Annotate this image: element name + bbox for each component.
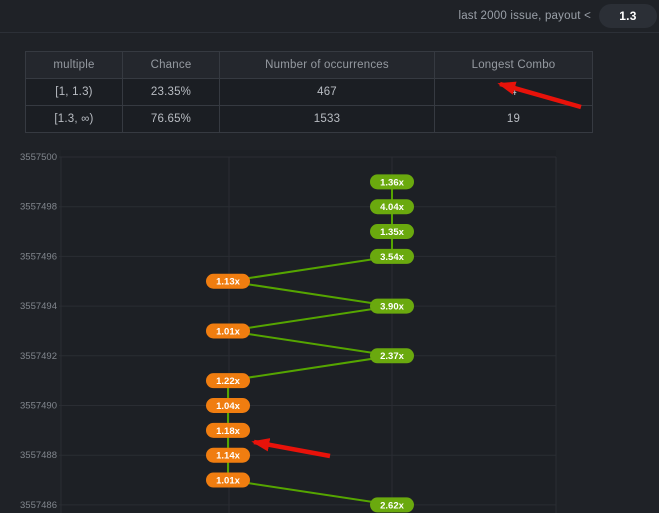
- y-tick-label: 3557500: [20, 152, 57, 163]
- y-tick-label: 3557488: [20, 450, 57, 461]
- y-tick-label: 3557486: [20, 500, 57, 511]
- payout-threshold-badge[interactable]: 1.3: [599, 4, 657, 28]
- data-point-label: 1.04x: [216, 401, 240, 412]
- table-header-row: multiple Chance Number of occurrences Lo…: [26, 52, 593, 79]
- plot-area: [61, 150, 556, 513]
- data-point-label: 2.37x: [380, 351, 404, 362]
- cell-occurrences: 1533: [220, 106, 435, 133]
- col-header-longest-combo: Longest Combo: [435, 52, 593, 79]
- data-point-label: 1.22x: [216, 376, 240, 387]
- payout-filter-label: last 2000 issue, payout <: [458, 10, 591, 22]
- y-tick-label: 3557496: [20, 251, 57, 262]
- cell-multiple: [1.3, ∞): [26, 106, 123, 133]
- cell-longest-combo: 19: [435, 106, 593, 133]
- data-point-label: 3.90x: [380, 302, 404, 313]
- data-point-label: 1.36x: [380, 177, 404, 188]
- cell-multiple: [1, 1.3): [26, 79, 123, 106]
- col-header-occurrences: Number of occurrences: [220, 52, 435, 79]
- col-header-chance: Chance: [123, 52, 220, 79]
- data-point-label: 1.01x: [216, 326, 240, 337]
- topbar: last 2000 issue, payout < 1.3: [0, 0, 659, 33]
- payout-history-chart: 3557500 3557498 3557496 3557494 3557492 35574…: [0, 150, 659, 513]
- cell-longest-combo: 4: [435, 79, 593, 106]
- table-row: [1.3, ∞) 76.65% 1533 19: [26, 106, 593, 133]
- data-point-label: 2.62x: [380, 500, 404, 511]
- cell-chance: 23.35%: [123, 79, 220, 106]
- stats-table: multiple Chance Number of occurrences Lo…: [25, 51, 593, 133]
- data-point-label: 1.35x: [380, 227, 404, 238]
- data-point-label: 3.54x: [380, 252, 404, 263]
- data-point-label: 1.14x: [216, 451, 240, 462]
- cell-occurrences: 467: [220, 79, 435, 106]
- data-point-label: 1.01x: [216, 475, 240, 486]
- table-row: [1, 1.3) 23.35% 467 4: [26, 79, 593, 106]
- y-tick-label: 3557490: [20, 401, 57, 412]
- data-point-label: 1.13x: [216, 277, 240, 288]
- col-header-multiple: multiple: [26, 52, 123, 79]
- y-tick-label: 3557498: [20, 202, 57, 213]
- cell-chance: 76.65%: [123, 106, 220, 133]
- data-point-label: 4.04x: [380, 202, 404, 213]
- y-tick-label: 3557494: [20, 301, 57, 312]
- data-point-label: 1.18x: [216, 426, 240, 437]
- y-tick-label: 3557492: [20, 351, 57, 362]
